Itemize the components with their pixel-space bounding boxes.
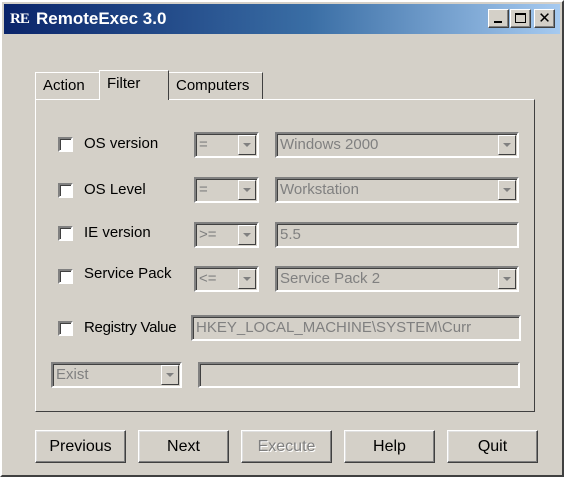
tab-filter[interactable]: Filter bbox=[99, 70, 169, 100]
registry-value-label: Registry Value bbox=[84, 319, 177, 336]
close-button[interactable]: ✕ bbox=[534, 9, 555, 28]
os-level-value-select[interactable]: Workstation bbox=[275, 177, 519, 203]
minimize-icon bbox=[494, 21, 502, 23]
maximize-button[interactable] bbox=[510, 9, 531, 28]
os-version-checkbox[interactable] bbox=[58, 137, 73, 152]
ie-version-value: 5.5 bbox=[280, 226, 301, 243]
registry-key-value: HKEY_LOCAL_MACHINE\SYSTEM\Curr bbox=[196, 319, 472, 336]
chevron-down-icon[interactable] bbox=[238, 180, 256, 200]
window-title: RemoteExec 3.0 bbox=[36, 9, 167, 28]
chevron-down-icon[interactable] bbox=[238, 225, 256, 245]
service-pack-value-select[interactable]: Service Pack 2 bbox=[275, 266, 519, 292]
execute-button-label: Execute bbox=[257, 438, 316, 455]
filter-tab-panel: OS version = Windows 2000 OS Level = Wor… bbox=[35, 99, 535, 412]
previous-button[interactable]: Previous bbox=[35, 430, 126, 463]
chevron-down-icon[interactable] bbox=[498, 269, 516, 289]
app-logo-icon: RE bbox=[10, 11, 30, 27]
os-version-value-select[interactable]: Windows 2000 bbox=[275, 132, 519, 158]
registry-condition-value-input[interactable] bbox=[198, 362, 520, 388]
ie-version-value-input[interactable]: 5.5 bbox=[275, 222, 519, 248]
tab-action-label: Action bbox=[43, 77, 85, 94]
service-pack-label: Service Pack bbox=[84, 265, 172, 282]
next-button-label: Next bbox=[167, 438, 200, 455]
registry-value-checkbox[interactable] bbox=[58, 321, 73, 336]
os-level-operator-select[interactable]: = bbox=[194, 177, 259, 203]
quit-button[interactable]: Quit bbox=[447, 430, 538, 463]
ie-version-checkbox[interactable] bbox=[58, 226, 73, 241]
os-level-label: OS Level bbox=[84, 181, 146, 198]
os-version-label: OS version bbox=[84, 135, 159, 152]
chevron-down-icon[interactable] bbox=[161, 365, 179, 385]
help-button[interactable]: Help bbox=[344, 430, 435, 463]
service-pack-operator-value: <= bbox=[199, 270, 217, 287]
ie-version-operator-select[interactable]: >= bbox=[194, 222, 259, 248]
os-level-value: Workstation bbox=[280, 181, 359, 198]
minimize-button[interactable] bbox=[488, 9, 509, 28]
title-bar[interactable]: RE RemoteExec 3.0 ✕ bbox=[4, 4, 560, 34]
execute-button[interactable]: Execute bbox=[241, 430, 332, 463]
previous-button-label: Previous bbox=[49, 438, 112, 455]
os-version-operator-value: = bbox=[199, 136, 208, 153]
chevron-down-icon[interactable] bbox=[498, 180, 516, 200]
registry-condition-operator: Exist bbox=[56, 366, 89, 383]
next-button[interactable]: Next bbox=[138, 430, 229, 463]
ie-version-operator-value: >= bbox=[199, 226, 217, 243]
os-level-operator-value: = bbox=[199, 181, 208, 198]
close-icon: ✕ bbox=[538, 10, 551, 27]
help-button-label: Help bbox=[373, 438, 406, 455]
service-pack-checkbox[interactable] bbox=[58, 269, 73, 284]
os-version-value: Windows 2000 bbox=[280, 136, 379, 153]
chevron-down-icon[interactable] bbox=[238, 269, 256, 289]
service-pack-value: Service Pack 2 bbox=[280, 270, 381, 287]
chevron-down-icon[interactable] bbox=[498, 135, 516, 155]
quit-button-label: Quit bbox=[477, 438, 508, 455]
registry-key-input[interactable]: HKEY_LOCAL_MACHINE\SYSTEM\Curr bbox=[191, 315, 521, 341]
tab-computers-label: Computers bbox=[176, 77, 250, 94]
os-version-operator-select[interactable]: = bbox=[194, 132, 259, 158]
registry-condition-select[interactable]: Exist bbox=[51, 362, 182, 388]
maximize-icon bbox=[515, 13, 526, 23]
ie-version-label: IE version bbox=[84, 224, 151, 241]
tab-filter-label: Filter bbox=[107, 75, 141, 92]
tab-action[interactable]: Action bbox=[35, 72, 101, 100]
chevron-down-icon[interactable] bbox=[238, 135, 256, 155]
remoteexec-window: RE RemoteExec 3.0 ✕ Action Filter Comput… bbox=[0, 0, 564, 477]
os-level-checkbox[interactable] bbox=[58, 183, 73, 198]
service-pack-operator-select[interactable]: <= bbox=[194, 266, 259, 292]
tab-computers[interactable]: Computers bbox=[168, 72, 263, 100]
